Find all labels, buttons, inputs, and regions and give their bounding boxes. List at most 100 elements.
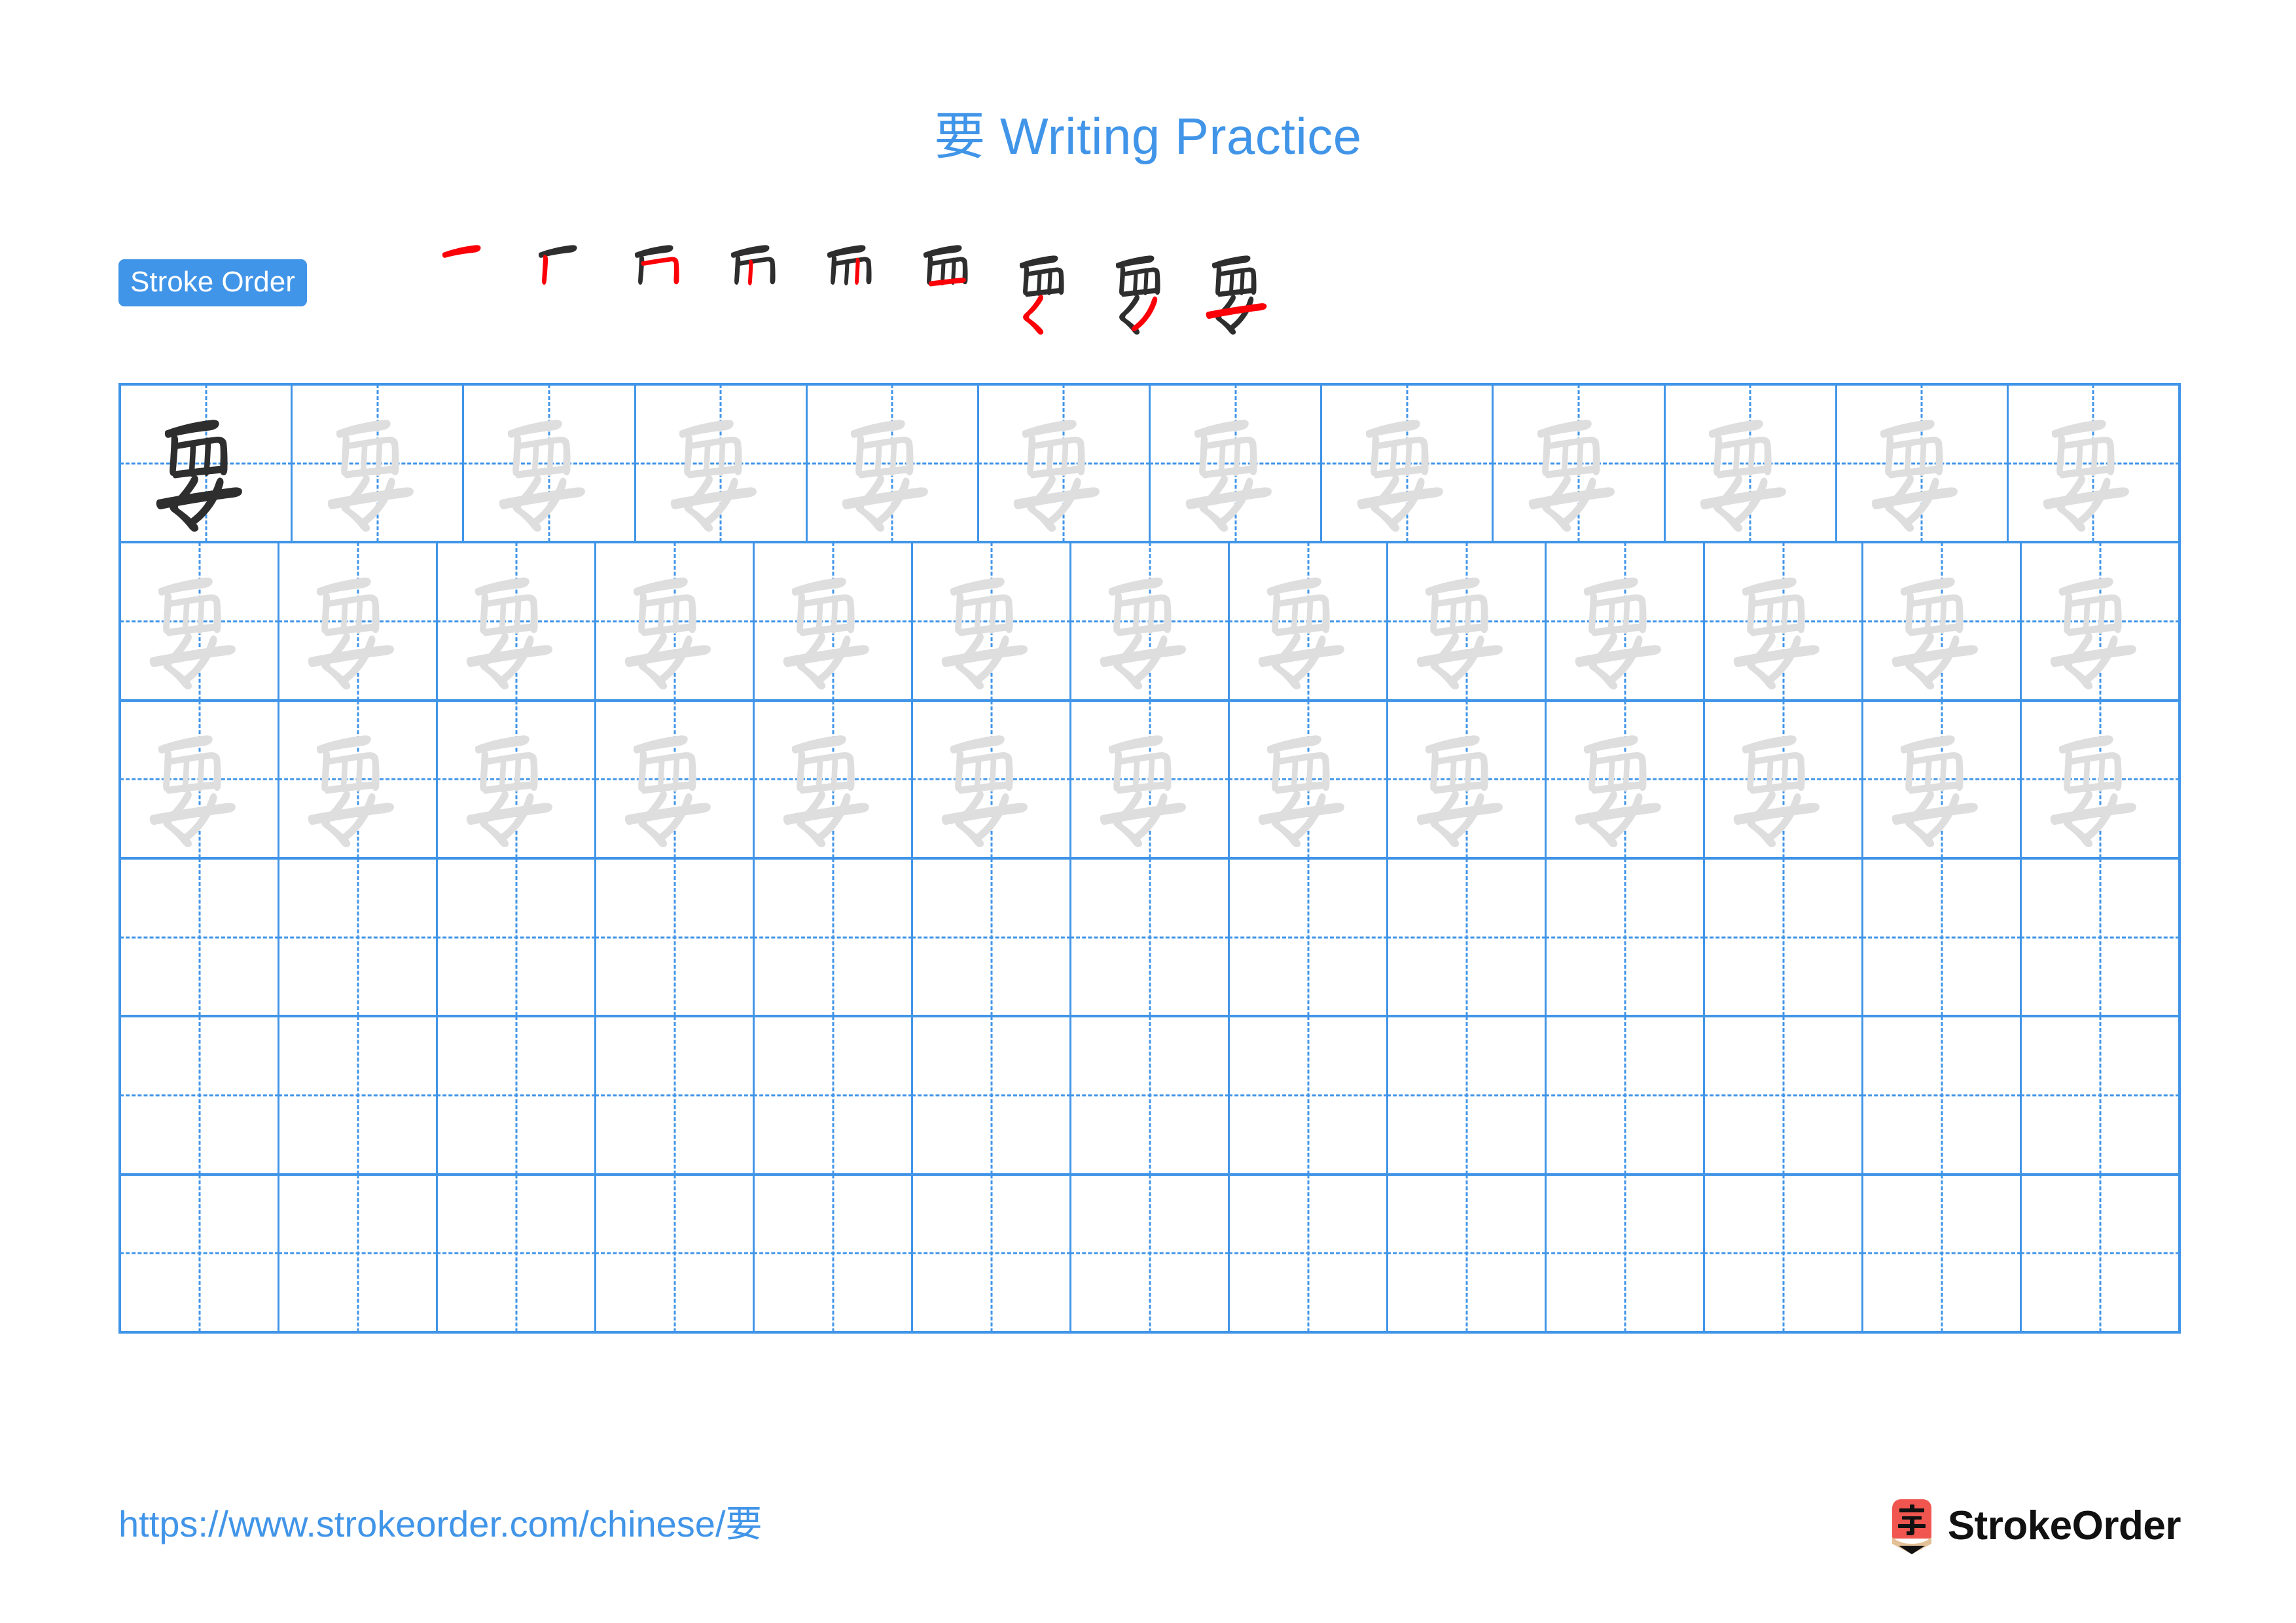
character-glyph-trace [1547,543,1703,699]
grid-cell-empty[interactable] [1071,1017,1230,1173]
grid-cell-trace[interactable] [596,701,755,857]
grid-cell-trace[interactable] [1705,543,1863,699]
grid-cell-empty[interactable] [1705,859,1863,1015]
brand-logo[interactable]: StrokeOrder [1890,1498,2181,1554]
character-glyph-trace [2022,543,2178,699]
grid-cell-empty[interactable] [596,859,755,1015]
character-glyph-trace [1388,543,1545,699]
grid-cell-trace[interactable] [121,543,279,699]
grid-cell-empty[interactable] [913,1017,1071,1173]
grid-cell-empty[interactable] [121,859,279,1015]
character-glyph-trace [438,543,594,699]
grid-cell-empty[interactable] [755,1017,913,1173]
grid-cell-empty[interactable] [755,1175,913,1331]
grid-cell-trace[interactable] [755,543,913,699]
grid-cell-trace[interactable] [1230,701,1388,857]
grid-cell-empty[interactable] [1388,1175,1547,1331]
character-glyph-trace [2022,702,2178,857]
grid-cell-empty[interactable] [438,859,596,1015]
grid-cell-trace[interactable] [1863,701,2022,857]
grid-cell-trace[interactable] [1151,386,1323,541]
grid-cell-trace[interactable] [1388,543,1547,699]
grid-cell-trace[interactable] [1230,543,1388,699]
character-glyph-trace [755,543,911,699]
grid-cell-trace[interactable] [913,543,1071,699]
page-title-character: 要 [934,107,986,166]
grid-cell-trace[interactable] [438,543,596,699]
grid-cell-empty[interactable] [1863,1017,2022,1173]
grid-cell-trace[interactable] [2022,543,2178,699]
brand-name-text: StrokeOrder [1947,1503,2181,1548]
grid-cell-empty[interactable] [1230,1017,1388,1173]
grid-cell-empty[interactable] [1547,1175,1705,1331]
grid-cell-empty[interactable] [1071,1175,1230,1331]
grid-cell-empty[interactable] [279,859,438,1015]
source-url-link[interactable]: https://www.strokeorder.com/chinese/要 [118,1506,762,1542]
grid-cell-empty[interactable] [1230,859,1388,1015]
grid-cell-trace[interactable] [464,386,636,541]
grid-cell-trace[interactable] [2022,702,2178,857]
stroke-step-1 [423,228,520,352]
stroke-step-5 [808,228,905,352]
practice-grid [118,383,2181,1334]
grid-cell-trace[interactable] [1666,386,1837,541]
stroke-step-3 [616,228,712,352]
grid-cell-empty[interactable] [2022,860,2178,1015]
grid-cell-empty[interactable] [438,1017,596,1173]
grid-cell-empty[interactable] [1863,1175,2022,1331]
character-glyph-trace [293,386,462,541]
grid-cell-empty[interactable] [1705,1017,1863,1173]
grid-cell-empty[interactable] [438,1175,596,1331]
grid-row [121,1175,2178,1331]
grid-cell-empty[interactable] [596,1175,755,1331]
grid-cell-empty[interactable] [2022,1176,2178,1331]
grid-cell-empty[interactable] [1388,859,1547,1015]
grid-cell-trace[interactable] [1547,701,1705,857]
grid-cell-empty[interactable] [121,1017,279,1173]
grid-row [121,859,2178,1018]
grid-cell-trace[interactable] [808,386,979,541]
grid-cell-trace[interactable] [293,386,465,541]
grid-cell-trace[interactable] [1837,386,2009,541]
grid-cell-empty[interactable] [2022,1017,2178,1173]
grid-cell-trace[interactable] [1322,386,1494,541]
character-glyph-trace [1863,702,2020,857]
grid-cell-empty[interactable] [1863,859,2022,1015]
grid-cell-model[interactable] [121,386,293,541]
grid-cell-trace[interactable] [596,543,755,699]
grid-cell-empty[interactable] [1705,1175,1863,1331]
page-title: 要 Writing Practice [0,107,2296,166]
character-glyph-trace [979,386,1149,541]
grid-cell-trace[interactable] [1705,701,1863,857]
grid-cell-empty[interactable] [913,1175,1071,1331]
stroke-step-8 [1097,228,1193,352]
grid-cell-empty[interactable] [1547,859,1705,1015]
grid-cell-trace[interactable] [1388,701,1547,857]
grid-cell-trace[interactable] [1494,386,1666,541]
grid-cell-empty[interactable] [755,859,913,1015]
grid-cell-trace[interactable] [279,543,438,699]
character-glyph-trace [279,702,436,857]
grid-cell-empty[interactable] [1230,1175,1388,1331]
grid-cell-trace[interactable] [636,386,808,541]
grid-cell-trace[interactable] [913,701,1071,857]
grid-cell-empty[interactable] [279,1175,438,1331]
grid-cell-empty[interactable] [279,1017,438,1173]
grid-cell-empty[interactable] [1388,1017,1547,1173]
grid-cell-trace[interactable] [1071,701,1230,857]
grid-cell-empty[interactable] [913,859,1071,1015]
grid-cell-empty[interactable] [121,1175,279,1331]
grid-cell-trace[interactable] [979,386,1151,541]
grid-cell-trace[interactable] [2009,386,2178,541]
grid-cell-empty[interactable] [596,1017,755,1173]
grid-cell-trace[interactable] [279,701,438,857]
grid-cell-trace[interactable] [1863,543,2022,699]
grid-cell-trace[interactable] [121,701,279,857]
grid-cell-trace[interactable] [1071,543,1230,699]
grid-cell-trace[interactable] [755,701,913,857]
grid-cell-empty[interactable] [1071,859,1230,1015]
grid-cell-trace[interactable] [1547,543,1705,699]
character-glyph-trace [1666,386,1835,541]
grid-cell-empty[interactable] [1547,1017,1705,1173]
grid-cell-trace[interactable] [438,701,596,857]
